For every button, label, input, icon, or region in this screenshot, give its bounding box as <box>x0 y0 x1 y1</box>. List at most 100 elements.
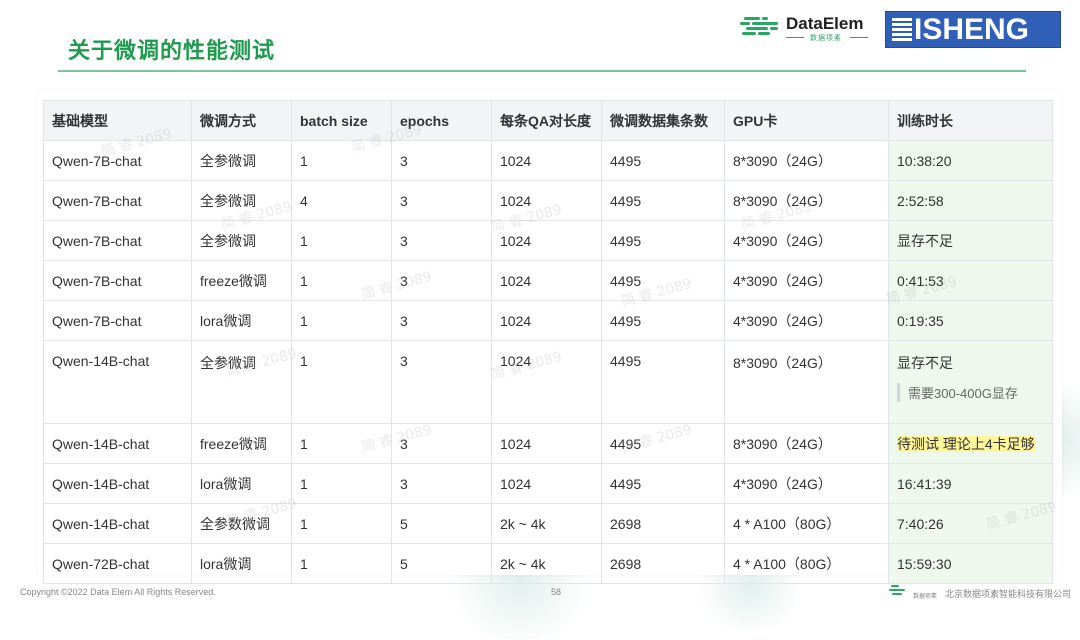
cell-qa-len: 1024 <box>491 340 602 424</box>
cell-count: 2698 <box>601 503 725 544</box>
cell-gpu: 4 * A100（80G） <box>724 543 889 584</box>
cell-time: 2:52:58 <box>888 180 1053 221</box>
cell-time: 7:40:26 <box>888 503 1053 544</box>
cell-gpu: 4*3090（24G） <box>724 300 889 341</box>
table-row: Qwen-7B-chat 全参微调 1 3 1024 4495 4*3090（2… <box>43 220 1053 261</box>
table-row: Qwen-14B-chat freeze微调 1 3 1024 4495 8*3… <box>43 423 1053 464</box>
divider <box>850 37 868 38</box>
cell-time: 显存不足 需要300-400G显存 <box>888 340 1053 424</box>
performance-table: 基础模型 微调方式 batch size epochs 每条QA对长度 微调数据… <box>43 100 1053 584</box>
cell-time-text: 显存不足 <box>897 355 953 371</box>
cell-epochs: 3 <box>391 340 492 424</box>
cell-epochs: 3 <box>391 423 492 464</box>
header-base-model: 基础模型 <box>43 100 192 141</box>
cell-count: 4495 <box>601 140 725 181</box>
cell-method: freeze微调 <box>191 260 292 301</box>
cell-batch: 1 <box>291 140 392 181</box>
cell-gpu: 4*3090（24G） <box>724 220 889 261</box>
cell-model: Qwen-7B-chat <box>43 220 192 261</box>
cell-count: 4495 <box>601 220 725 261</box>
cell-count: 4495 <box>601 340 725 424</box>
cell-batch: 1 <box>291 300 392 341</box>
cell-time: 显存不足 <box>888 220 1053 261</box>
footer-logo-caption: 数据项素 <box>913 593 938 600</box>
cell-gpu: 4*3090（24G） <box>724 463 889 504</box>
table-row: Qwen-72B-chat lora微调 1 5 2k ~ 4k 2698 4 … <box>43 543 1053 584</box>
cell-qa-len: 1024 <box>491 260 602 301</box>
cell-batch: 1 <box>291 503 392 544</box>
cell-method: 全参微调 <box>191 340 292 424</box>
cell-epochs: 5 <box>391 543 492 584</box>
cell-time: 0:41:53 <box>888 260 1053 301</box>
cell-epochs: 3 <box>391 140 492 181</box>
table-row: Qwen-7B-chat 全参微调 1 3 1024 4495 8*3090（2… <box>43 140 1053 181</box>
table-row: Qwen-7B-chat lora微调 1 3 1024 4495 4*3090… <box>43 300 1053 341</box>
header-batch-size: batch size <box>291 100 392 141</box>
dataelem-logo: DataElem 数据项素 <box>738 12 870 44</box>
cell-time: 15:59:30 <box>888 543 1053 584</box>
table-row: Qwen-14B-chat 全参数微调 1 5 2k ~ 4k 2698 4 *… <box>43 503 1053 544</box>
footer-copyright: Copyright ©2022 Data Elem All Rights Res… <box>20 587 216 597</box>
dataelem-subtitle: 数据项素 <box>810 34 842 42</box>
cell-gpu: 4 * A100（80G） <box>724 503 889 544</box>
cell-time: 10:38:20 <box>888 140 1053 181</box>
header-train-time: 训练时长 <box>888 100 1053 141</box>
cell-model: Qwen-72B-chat <box>43 543 192 584</box>
cell-method: lora微调 <box>191 300 292 341</box>
header-gpu: GPU卡 <box>724 100 889 141</box>
cell-batch: 1 <box>291 220 392 261</box>
cell-qa-len: 1024 <box>491 220 602 261</box>
cell-model: Qwen-7B-chat <box>43 180 192 221</box>
cell-count: 4495 <box>601 423 725 464</box>
cell-method: lora微调 <box>191 543 292 584</box>
cell-epochs: 3 <box>391 260 492 301</box>
table-header-row: 基础模型 微调方式 batch size epochs 每条QA对长度 微调数据… <box>43 100 1053 141</box>
cell-batch: 1 <box>291 340 392 424</box>
cell-method: 全参微调 <box>191 220 292 261</box>
header-finetune-method: 微调方式 <box>191 100 292 141</box>
cell-time: 0:19:35 <box>888 300 1053 341</box>
isheng-logo: ISHENG <box>885 11 1061 48</box>
cell-method: lora微调 <box>191 463 292 504</box>
table-row: Qwen-7B-chat 全参微调 4 3 1024 4495 8*3090（2… <box>43 180 1053 221</box>
cell-qa-len: 1024 <box>491 140 602 181</box>
cell-epochs: 5 <box>391 503 492 544</box>
cell-batch: 1 <box>291 423 392 464</box>
cell-method: 全参数微调 <box>191 503 292 544</box>
cell-gpu: 4*3090（24G） <box>724 260 889 301</box>
cell-gpu: 8*3090（24G） <box>724 140 889 181</box>
cell-count: 2698 <box>601 543 725 584</box>
cell-qa-len: 1024 <box>491 180 602 221</box>
header-epochs: epochs <box>391 100 492 141</box>
cell-qa-len: 1024 <box>491 463 602 504</box>
memory-note: 需要300-400G显存 <box>897 383 1044 402</box>
cell-count: 4495 <box>601 260 725 301</box>
cell-epochs: 3 <box>391 300 492 341</box>
cell-model: Qwen-14B-chat <box>43 503 192 544</box>
isheng-wordmark: ISHENG <box>914 13 1030 46</box>
page-number: 58 <box>551 587 562 597</box>
cell-time: 待测试 理论上4卡足够 <box>888 423 1053 464</box>
cell-model: Qwen-7B-chat <box>43 140 192 181</box>
cell-count: 4495 <box>601 463 725 504</box>
cell-gpu: 8*3090（24G） <box>724 180 889 221</box>
header-qa-length: 每条QA对长度 <box>491 100 602 141</box>
cell-gpu: 8*3090（24G） <box>724 340 889 424</box>
cell-count: 4495 <box>601 180 725 221</box>
cell-method: 全参微调 <box>191 180 292 221</box>
cell-model: Qwen-7B-chat <box>43 300 192 341</box>
header-dataset-count: 微调数据集条数 <box>601 100 725 141</box>
highlighted-text: 待测试 理论上4卡足够 <box>897 435 1035 452</box>
cell-model: Qwen-7B-chat <box>43 260 192 301</box>
cell-method: freeze微调 <box>191 423 292 464</box>
cell-qa-len: 1024 <box>491 300 602 341</box>
cell-epochs: 3 <box>391 220 492 261</box>
table-row: Qwen-14B-chat lora微调 1 3 1024 4495 4*309… <box>43 463 1053 504</box>
footer-company: 北京数据项素智能科技有限公司 <box>945 590 1072 600</box>
cell-epochs: 3 <box>391 180 492 221</box>
table-row: Qwen-7B-chat freeze微调 1 3 1024 4495 4*30… <box>43 260 1053 301</box>
cell-batch: 1 <box>291 260 392 301</box>
table-row: Qwen-14B-chat 全参微调 1 3 1024 4495 8*3090（… <box>43 340 1053 424</box>
cell-time: 16:41:39 <box>888 463 1053 504</box>
cell-qa-len: 1024 <box>491 423 602 464</box>
